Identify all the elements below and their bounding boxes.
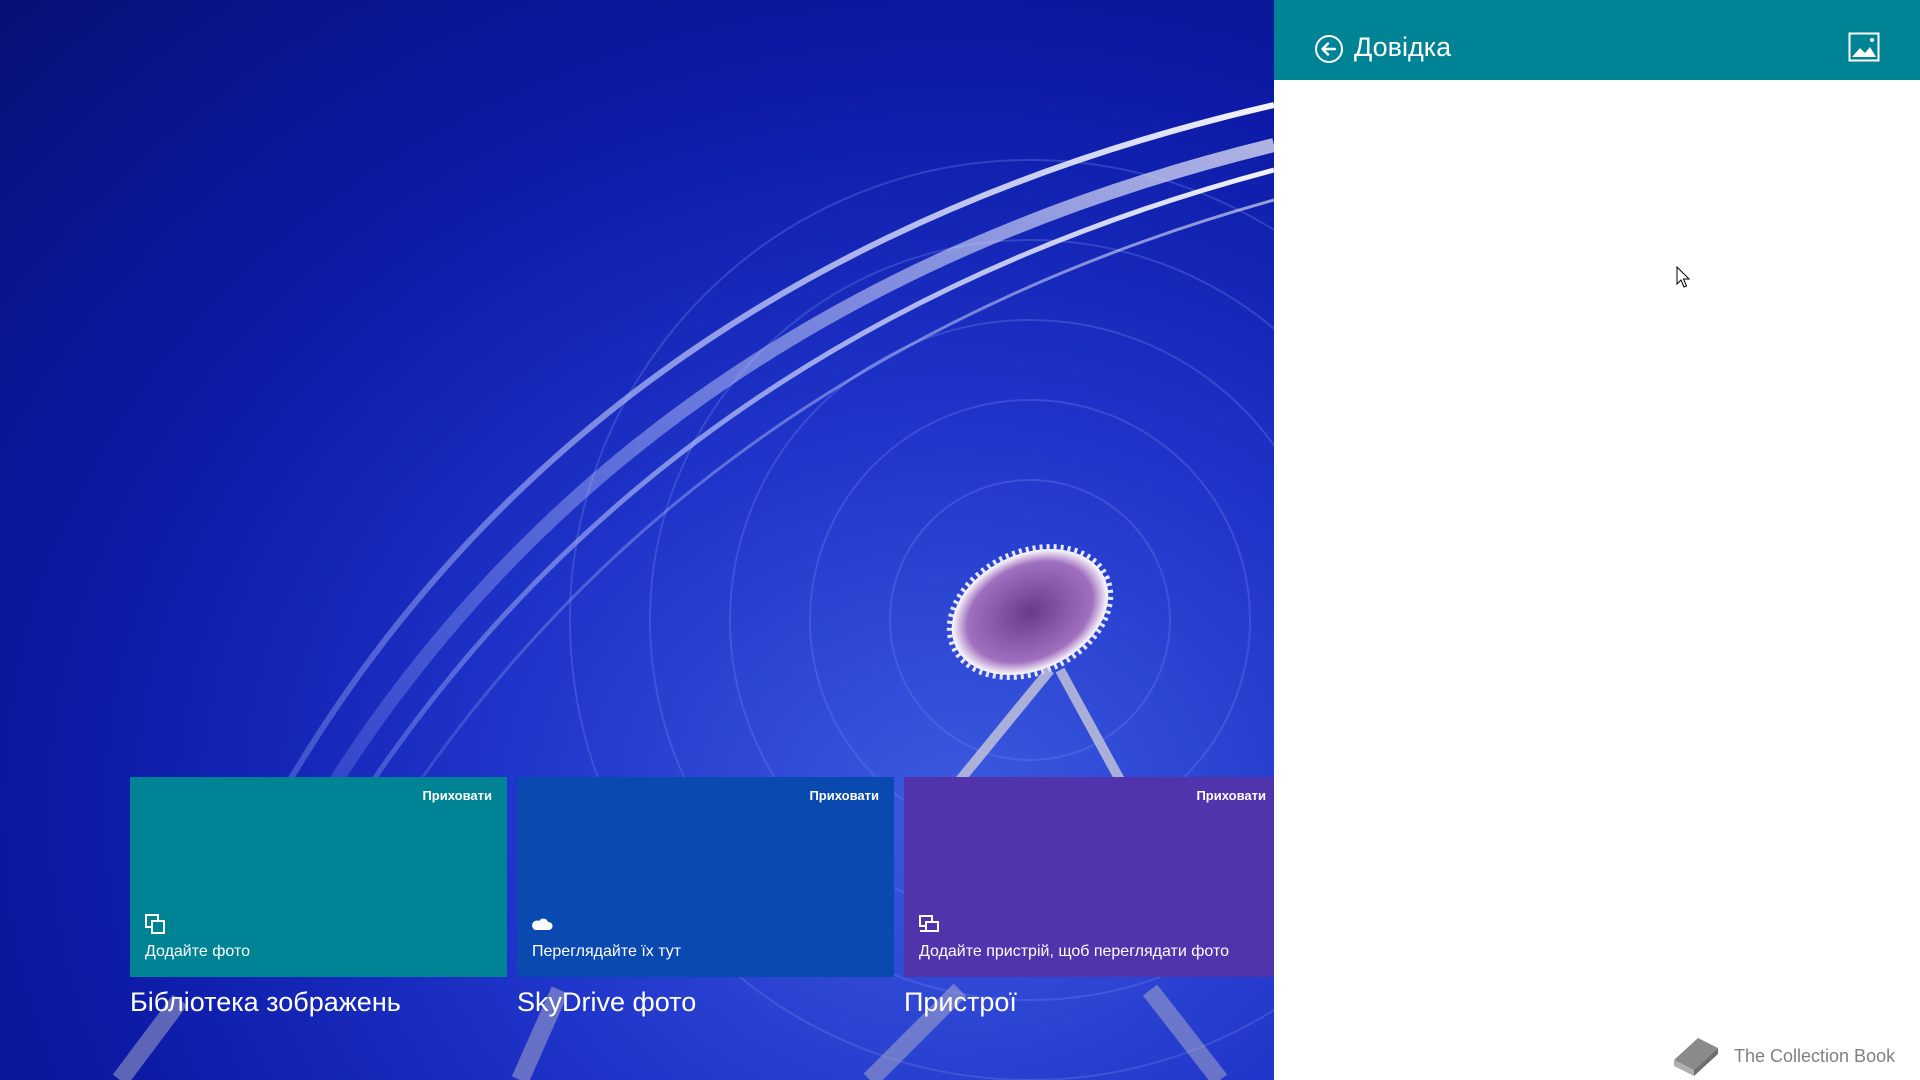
- help-pane: Довідка: [1274, 0, 1920, 1080]
- image-icon[interactable]: [1848, 32, 1880, 62]
- pane-header: Довідка: [1274, 0, 1920, 80]
- hide-button[interactable]: Приховати: [1196, 788, 1266, 803]
- copy-icon: [145, 914, 165, 934]
- tile-title-skydrive-photos[interactable]: SkyDrive фото: [517, 987, 696, 1018]
- tile-devices[interactable]: Приховати Додайте пристрій, щоб перегляд…: [904, 777, 1281, 977]
- devices-icon: [919, 915, 939, 932]
- tile-picture-library[interactable]: Приховати Додайте фото: [130, 777, 507, 977]
- tile-text: Переглядайте їх тут: [532, 943, 682, 960]
- book-icon: [1674, 1038, 1718, 1076]
- cloud-icon: [532, 918, 553, 930]
- back-arrow-icon[interactable]: [1314, 34, 1344, 64]
- tile-skydrive-photos[interactable]: Приховати Переглядайте їх тут: [517, 777, 894, 977]
- tile-title-devices[interactable]: Пристрої: [904, 987, 1017, 1018]
- watermark-text: The Collection Book: [1734, 1046, 1896, 1066]
- mouse-cursor-icon: [1676, 266, 1690, 288]
- watermark: The Collection Book: [1668, 1030, 1918, 1078]
- hide-button[interactable]: Приховати: [809, 788, 879, 803]
- hide-button[interactable]: Приховати: [422, 788, 492, 803]
- tile-text: Додайте фото: [145, 943, 250, 960]
- tile-title-picture-library[interactable]: Бібліотека зображень: [130, 987, 401, 1018]
- pane-title: Довідка: [1354, 32, 1452, 62]
- tile-text: Додайте пристрій, щоб переглядати фото: [919, 943, 1230, 960]
